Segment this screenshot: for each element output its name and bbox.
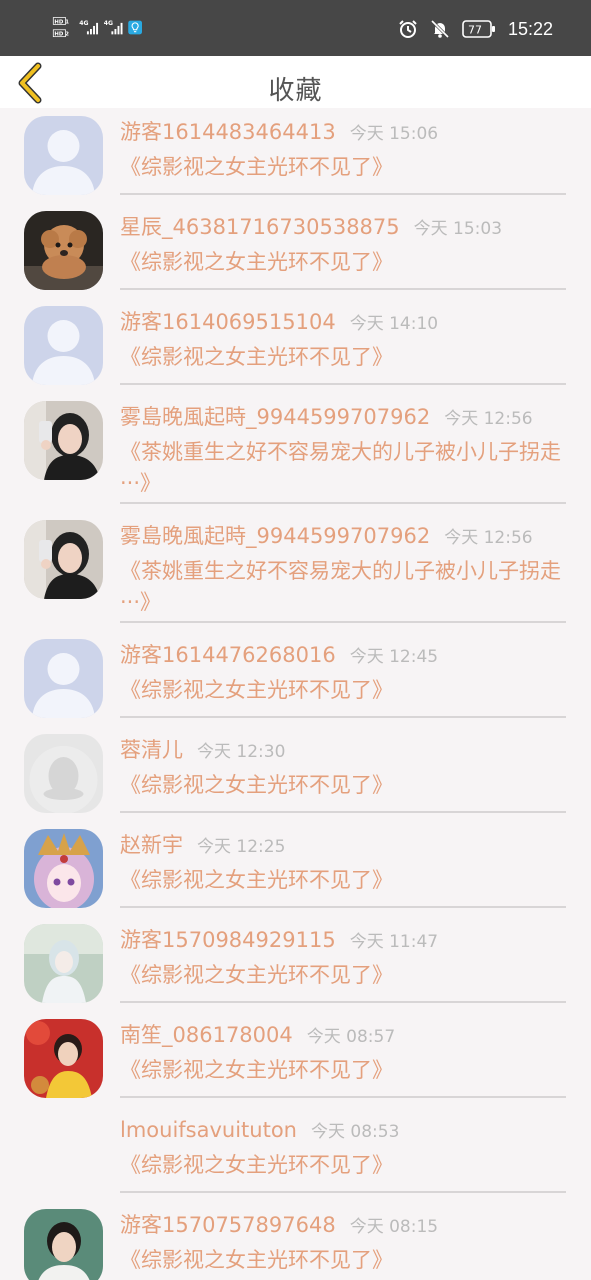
favorite-item[interactable]: 南笙_086178004 今天 08:57 《综影视之女主光环不见了》 xyxy=(0,1019,591,1114)
book-title-link[interactable]: 《综影视之女主光环不见了》 xyxy=(120,675,566,706)
user-avatar[interactable] xyxy=(24,306,103,385)
favorites-list[interactable]: 游客1614483464413 今天 15:06 《综影视之女主光环不见了》 星辰_4… xyxy=(0,108,591,1280)
user-name[interactable]: 赵新宇 xyxy=(120,833,183,857)
divider xyxy=(120,716,566,718)
favorite-item[interactable]: 游客1614476268016 今天 12:45 《综影视之女主光环不见了》 xyxy=(0,639,591,734)
favorite-time: 今天 08:57 xyxy=(306,1027,396,1047)
user-name[interactable]: 雾島晚風起時_9944599707962 xyxy=(120,405,430,429)
user-avatar[interactable] xyxy=(24,924,103,1003)
favorite-item[interactable]: 赵新宇 今天 12:25 《综影视之女主光环不见了》 xyxy=(0,829,591,924)
book-title-link[interactable]: 《综影视之女主光环不见了》 xyxy=(120,960,566,991)
favorite-item[interactable]: 游客1570984929115 今天 11:47 《综影视之女主光环不见了》 xyxy=(0,924,591,1019)
user-name[interactable]: 游客1614483464413 xyxy=(120,120,336,144)
battery-icon: 77 xyxy=(462,20,495,38)
user-name[interactable]: 蓉清儿 xyxy=(120,738,183,762)
book-title-link[interactable]: 《茶姚重生之好不容易宠大的儿子被小儿子拐走···》 xyxy=(120,556,566,618)
user-name[interactable]: 南笙_086178004 xyxy=(120,1023,293,1047)
favorite-time: 今天 12:30 xyxy=(197,742,286,762)
book-title-link[interactable]: 《综影视之女主光环不见了》 xyxy=(120,1245,566,1276)
divider xyxy=(120,193,566,195)
book-title-link[interactable]: 《综影视之女主光环不见了》 xyxy=(120,1055,566,1086)
book-title-link[interactable]: 《综影视之女主光环不见了》 xyxy=(120,342,566,373)
favorite-time: 今天 15:06 xyxy=(349,124,439,144)
svg-text:HD 2: HD 2 xyxy=(54,32,69,38)
favorite-item[interactable]: 蓉清儿 今天 12:30 《综影视之女主光环不见了》 xyxy=(0,734,591,829)
book-title-link[interactable]: 《综影视之女主光环不见了》 xyxy=(120,247,566,278)
mute-bell-icon xyxy=(430,19,450,39)
alarm-icon xyxy=(399,20,417,38)
favorite-time: 今天 08:15 xyxy=(349,1217,439,1237)
user-avatar[interactable] xyxy=(24,401,103,480)
divider xyxy=(120,1096,566,1098)
navigation-bar: 收藏 xyxy=(0,56,591,108)
book-title-link[interactable]: 《综影视之女主光环不见了》 xyxy=(120,152,566,183)
svg-text:4G: 4G xyxy=(104,20,113,27)
favorite-item[interactable]: 雾島晚風起時_9944599707962 今天 12:56 《茶姚重生之好不容易宠大… xyxy=(0,401,591,520)
favorite-time: 今天 12:56 xyxy=(444,409,533,429)
favorite-time: 今天 15:03 xyxy=(413,219,503,239)
book-title-link[interactable]: 《综影视之女主光环不见了》 xyxy=(120,770,566,801)
divider xyxy=(120,288,566,290)
favorite-item[interactable]: 星辰_46381716730538875 今天 15:03 《综影视之女主光环不见了… xyxy=(0,211,591,306)
user-avatar[interactable] xyxy=(24,829,103,908)
svg-text:4G: 4G xyxy=(79,20,88,27)
divider xyxy=(120,621,566,623)
book-title-link[interactable]: 《综影视之女主光环不见了》 xyxy=(120,1150,566,1181)
user-avatar[interactable] xyxy=(24,211,103,290)
user-name[interactable]: lmouifsavuituton xyxy=(120,1118,297,1142)
user-name[interactable]: 游客1570757897648 xyxy=(120,1213,336,1237)
user-avatar[interactable] xyxy=(24,520,103,599)
favorite-time: 今天 12:45 xyxy=(349,647,439,667)
user-avatar[interactable] xyxy=(24,639,103,718)
svg-text:HD 1: HD 1 xyxy=(54,19,69,25)
favorite-item[interactable]: 游客1614483464413 今天 15:06 《综影视之女主光环不见了》 xyxy=(0,116,591,211)
divider xyxy=(120,906,566,908)
svg-text:77: 77 xyxy=(468,24,482,37)
status-bar: HD 1 HD 2 4G 4G 77 15:22 xyxy=(0,0,591,56)
user-name[interactable]: 游客1570984929115 xyxy=(120,928,336,952)
favorite-time: 今天 12:25 xyxy=(197,837,286,857)
favorite-item[interactable]: 雾島晚風起時_9944599707962 今天 12:56 《茶姚重生之好不容易宠大… xyxy=(0,520,591,639)
user-name[interactable]: 雾島晚風起時_9944599707962 xyxy=(120,524,430,548)
user-name[interactable]: 游客1614069515104 xyxy=(120,310,336,334)
book-title-link[interactable]: 《综影视之女主光环不见了》 xyxy=(120,865,566,896)
favorite-time: 今天 12:56 xyxy=(444,528,533,548)
divider xyxy=(120,811,566,813)
favorite-item[interactable]: lmouifsavuituton 今天 08:53 《综影视之女主光环不见了》 xyxy=(0,1114,591,1209)
divider xyxy=(120,383,566,385)
divider xyxy=(120,502,566,504)
user-avatar[interactable] xyxy=(24,1019,103,1098)
status-time: 15:22 xyxy=(507,18,553,39)
user-avatar[interactable] xyxy=(24,1209,103,1280)
favorite-time: 今天 14:10 xyxy=(349,314,439,334)
favorite-item[interactable]: 游客1570757897648 今天 08:15 《综影视之女主光环不见了》 xyxy=(0,1209,591,1280)
page-title: 收藏 xyxy=(268,76,323,106)
favorite-item[interactable]: 游客1614069515104 今天 14:10 《综影视之女主光环不见了》 xyxy=(0,306,591,401)
divider xyxy=(120,1001,566,1003)
user-avatar[interactable] xyxy=(24,734,103,813)
favorite-time: 今天 08:53 xyxy=(311,1122,400,1142)
user-avatar[interactable] xyxy=(24,116,103,195)
book-title-link[interactable]: 《茶姚重生之好不容易宠大的儿子被小儿子拐走···》 xyxy=(120,437,566,499)
divider xyxy=(120,1191,566,1193)
favorite-time: 今天 11:47 xyxy=(349,932,439,952)
user-name[interactable]: 星辰_46381716730538875 xyxy=(120,215,400,239)
user-name[interactable]: 游客1614476268016 xyxy=(120,643,336,667)
network-signal-icons: HD 1 HD 2 4G 4G xyxy=(52,17,142,38)
